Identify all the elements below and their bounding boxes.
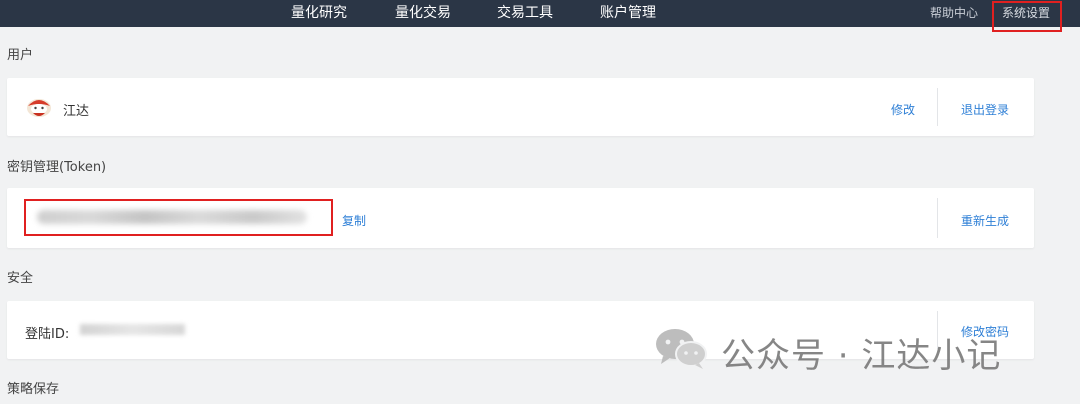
token-card: 复制 重新生成 <box>7 188 1034 248</box>
watermark-text: 公众号 · 江达小记 <box>721 336 1002 376</box>
copy-token-link[interactable]: 复制 <box>342 212 366 229</box>
section-title-user: 用户 <box>7 48 34 63</box>
token-value-redacted <box>37 210 307 224</box>
watermark: 公众号 · 江达小记 <box>653 326 1033 376</box>
nav-help-center[interactable]: 帮助中心 <box>930 5 978 21</box>
edit-user-link[interactable]: 修改 <box>891 101 915 118</box>
divider <box>937 88 938 126</box>
logout-link[interactable]: 退出登录 <box>961 101 1009 118</box>
section-title-security: 安全 <box>7 271 34 286</box>
regenerate-token-link[interactable]: 重新生成 <box>961 212 1009 229</box>
user-name: 江达 <box>63 104 90 119</box>
wechat-icon <box>656 329 707 369</box>
avatar <box>27 99 51 117</box>
divider <box>937 198 938 238</box>
section-title-token: 密钥管理(Token) <box>7 160 107 175</box>
nav-item-account-management[interactable]: 账户管理 <box>600 4 656 22</box>
top-nav-bar: 量化研究 量化交易 交易工具 账户管理 帮助中心 系统设置 <box>0 0 1080 27</box>
nav-system-settings[interactable]: 系统设置 <box>1002 5 1050 21</box>
login-id-value-redacted <box>80 324 185 335</box>
nav-item-quant-trading[interactable]: 量化交易 <box>395 4 451 22</box>
login-id-label: 登陆ID: <box>25 327 70 342</box>
user-card: 江达 修改 退出登录 <box>7 78 1034 136</box>
nav-item-trading-tools[interactable]: 交易工具 <box>497 4 553 22</box>
nav-item-quant-research[interactable]: 量化研究 <box>291 4 347 22</box>
section-title-strategy: 策略保存 <box>7 382 60 397</box>
